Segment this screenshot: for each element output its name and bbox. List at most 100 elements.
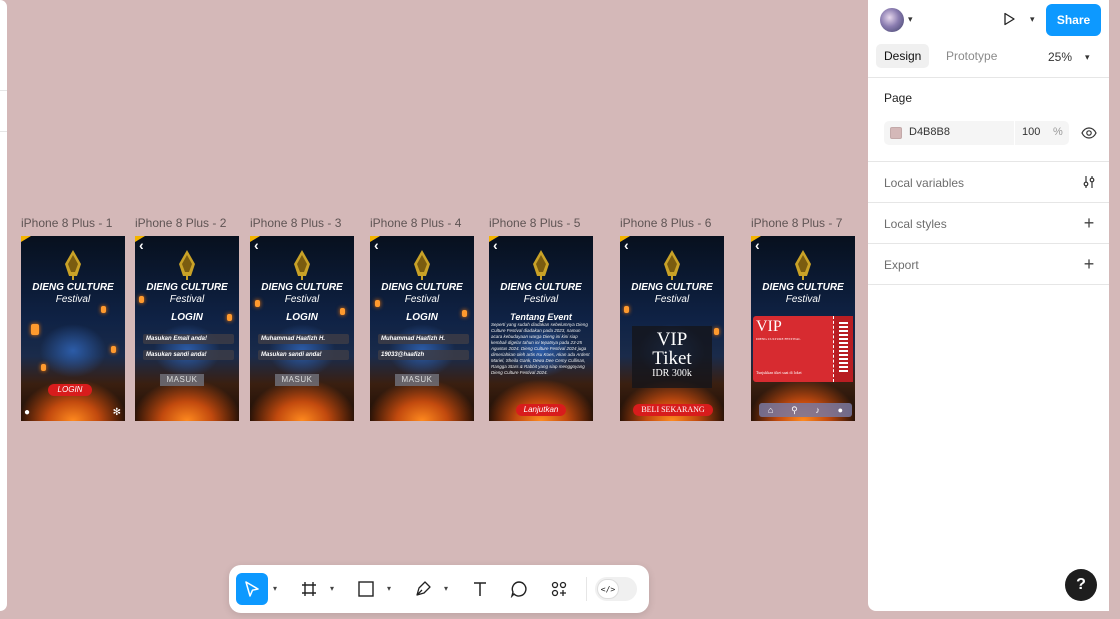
frame-6[interactable]: ‹ DIENG CULTURE Festival VIP Tiket IDR 3…: [620, 236, 724, 421]
zoom-level[interactable]: 25%: [1048, 50, 1072, 64]
tab-design[interactable]: Design: [876, 44, 930, 68]
festival-title: DIENG CULTURE: [381, 282, 463, 293]
festival-title: DIENG CULTURE: [261, 282, 343, 293]
password-field[interactable]: Masukan sandi anda!: [258, 350, 349, 360]
local-styles-label[interactable]: Local styles: [884, 217, 947, 231]
frame-1[interactable]: DIENG CULTURE Festival LOGIN ● ✻: [21, 236, 125, 421]
festival-title: DIENG CULTURE: [762, 282, 844, 293]
frame-label-1[interactable]: iPhone 8 Plus - 1: [21, 216, 112, 230]
local-variables-label[interactable]: Local variables: [884, 176, 964, 190]
festival-subtitle: Festival: [169, 294, 205, 305]
email-field[interactable]: Muhammad Haafizh H.: [258, 334, 349, 344]
user-icon[interactable]: ●: [24, 407, 30, 418]
lantern: [255, 300, 260, 307]
comment-tool[interactable]: [503, 573, 535, 605]
home-icon[interactable]: ⌂: [768, 405, 773, 415]
vip-ticket[interactable]: VIP DIENG CULTURE FESTIVAL Tunjukkan tik…: [753, 316, 853, 382]
tab-prototype[interactable]: Prototype: [938, 44, 1005, 68]
export-label[interactable]: Export: [884, 258, 919, 272]
festival-subtitle: Festival: [654, 294, 690, 305]
ticket-note: Tunjukkan tiket saat di loket: [756, 370, 802, 375]
left-panel-divider: [0, 90, 7, 91]
back-arrow-icon[interactable]: ‹: [139, 238, 144, 252]
lantern: [462, 310, 467, 317]
color-swatch[interactable]: [890, 127, 902, 139]
lantern: [624, 306, 629, 313]
email-field[interactable]: Muhammad Haafizh H.: [378, 334, 469, 344]
bell-icon[interactable]: ♪: [815, 405, 820, 415]
login-button[interactable]: LOGIN: [48, 384, 92, 396]
frame-4[interactable]: ‹ DIENG CULTURE Festival LOGIN Muhammad …: [370, 236, 474, 421]
dev-mode-toggle[interactable]: </>: [595, 577, 637, 601]
password-field[interactable]: 19033@haafizh: [378, 350, 469, 360]
password-field[interactable]: Masukan sandi anda!: [143, 350, 234, 360]
festival-title: DIENG CULTURE: [631, 282, 713, 293]
profile-icon[interactable]: ●: [838, 405, 843, 415]
add-export-plus-icon[interactable]: +: [1081, 254, 1097, 274]
ticket-price: IDR 300k: [652, 368, 692, 379]
masuk-button[interactable]: MASUK: [275, 374, 319, 386]
frame-7[interactable]: ‹ DIENG CULTURE Festival VIP DIENG CULTU…: [751, 236, 855, 421]
wayang-logo-icon: [65, 250, 81, 280]
frame-tool[interactable]: [293, 573, 325, 605]
eye-icon[interactable]: [1081, 125, 1097, 141]
frame-2[interactable]: ‹ DIENG CULTURE Festival LOGIN Masukan E…: [135, 236, 239, 421]
festival-title: DIENG CULTURE: [32, 282, 114, 293]
frame-label-6[interactable]: iPhone 8 Plus - 6: [620, 216, 711, 230]
masuk-button[interactable]: MASUK: [395, 374, 439, 386]
chevron-down-icon[interactable]: ▾: [273, 584, 277, 593]
chevron-down-icon[interactable]: ▾: [1085, 52, 1090, 63]
ticket-event-name: DIENG CULTURE FESTIVAL: [756, 337, 801, 341]
page-section-title: Page: [884, 91, 913, 105]
email-field[interactable]: Masukan Email anda!: [143, 334, 234, 344]
frame-label-5[interactable]: iPhone 8 Plus - 5: [489, 216, 580, 230]
share-button[interactable]: Share: [1046, 4, 1101, 36]
masuk-button[interactable]: MASUK: [160, 374, 204, 386]
search-icon[interactable]: ⚲: [791, 405, 798, 416]
avatar[interactable]: [880, 8, 904, 32]
back-arrow-icon[interactable]: ‹: [755, 238, 760, 252]
login-heading: LOGIN: [171, 312, 203, 323]
vip-label: VIP: [656, 329, 688, 350]
lantern: [340, 308, 345, 315]
frame-5[interactable]: ‹ DIENG CULTURE Festival Tentang Event S…: [489, 236, 593, 421]
actions-grid-icon: [551, 581, 567, 597]
lantern: [41, 364, 46, 371]
back-arrow-icon[interactable]: ‹: [374, 238, 379, 252]
actions-tool[interactable]: [543, 573, 575, 605]
move-tool[interactable]: [236, 573, 268, 605]
help-button[interactable]: ?: [1065, 569, 1097, 601]
frame-label-4[interactable]: iPhone 8 Plus - 4: [370, 216, 461, 230]
frame-label-2[interactable]: iPhone 8 Plus - 2: [135, 216, 226, 230]
chevron-down-icon[interactable]: ▾: [387, 584, 391, 593]
wayang-logo-icon: [795, 250, 811, 280]
chevron-down-icon[interactable]: ▾: [444, 584, 448, 593]
back-arrow-icon[interactable]: ‹: [493, 238, 498, 252]
back-arrow-icon[interactable]: ‹: [624, 238, 629, 252]
text-tool[interactable]: [464, 573, 496, 605]
vip-ticket-card[interactable]: VIP Tiket IDR 300k: [632, 326, 712, 388]
beli-sekarang-button[interactable]: BELI SEKARANG: [633, 404, 713, 416]
add-style-plus-icon[interactable]: +: [1081, 213, 1097, 233]
present-play-icon[interactable]: [1002, 12, 1016, 26]
frame-label-3[interactable]: iPhone 8 Plus - 3: [250, 216, 341, 230]
chevron-down-icon[interactable]: ▾: [330, 584, 334, 593]
about-heading: Tentang Event: [510, 312, 572, 322]
pen-tool[interactable]: [407, 573, 439, 605]
lantern: [111, 346, 116, 353]
frame-label-7[interactable]: iPhone 8 Plus - 7: [751, 216, 842, 230]
variables-adjust-icon[interactable]: [1081, 174, 1097, 190]
chevron-down-icon[interactable]: ▾: [908, 14, 913, 25]
page-opacity[interactable]: 100: [1022, 126, 1040, 138]
frame-hash-icon: [302, 582, 316, 596]
ticket-vip-label: VIP: [756, 318, 782, 335]
chevron-down-icon[interactable]: ▾: [1030, 14, 1035, 25]
frame-3[interactable]: ‹ DIENG CULTURE Festival LOGIN Muhammad …: [250, 236, 354, 421]
settings-gear-icon[interactable]: ✻: [113, 407, 121, 418]
lanjutkan-button[interactable]: Lanjutkan: [516, 404, 566, 416]
page-color-field[interactable]: D4B8B8 100 %: [884, 121, 1069, 145]
back-arrow-icon[interactable]: ‹: [254, 238, 259, 252]
shape-tool[interactable]: [350, 573, 382, 605]
left-panel-edge: [0, 0, 7, 611]
page-color-hex[interactable]: D4B8B8: [909, 126, 950, 138]
